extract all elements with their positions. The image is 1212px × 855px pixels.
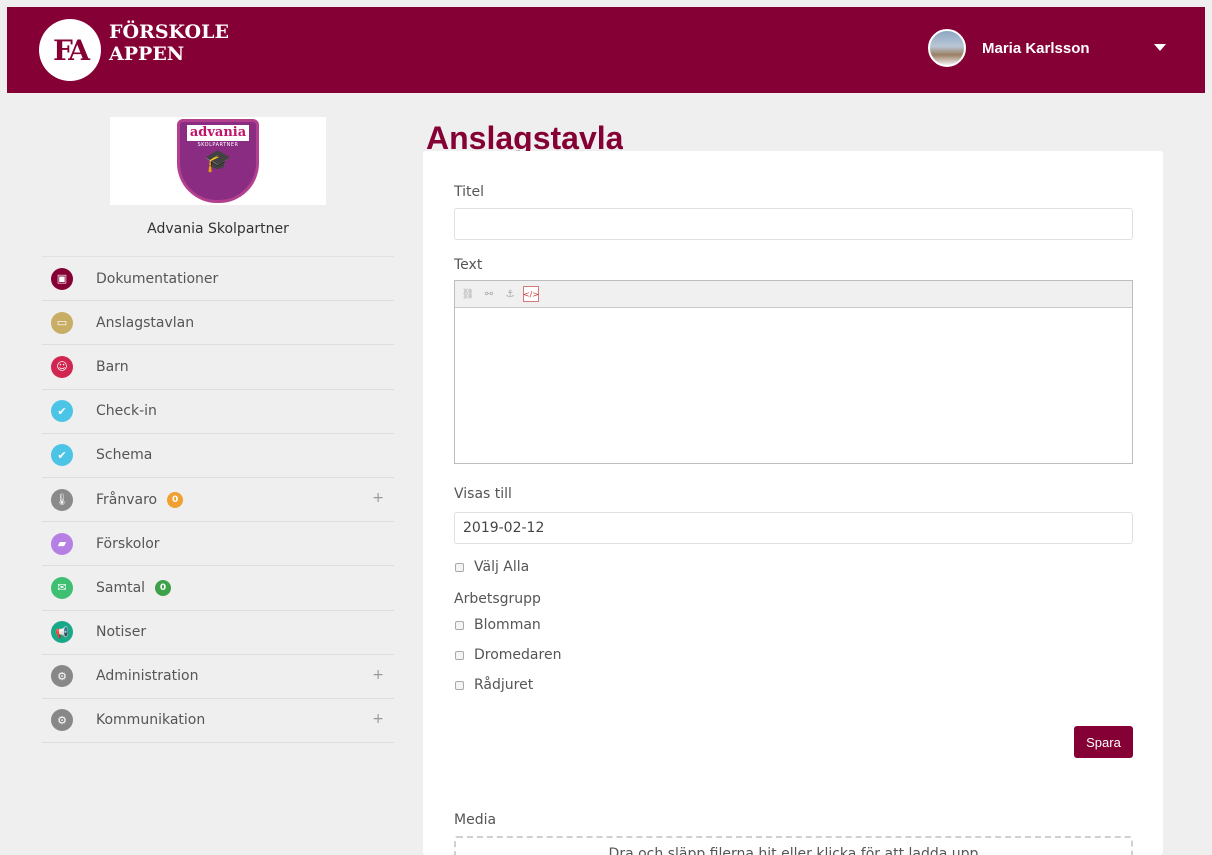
check-icon: ✔ (51, 444, 73, 467)
graduation-cap-icon: 🎓 (204, 149, 232, 174)
text-label: Text (454, 257, 483, 273)
sidebar-item-schema[interactable]: ✔ Schema (42, 434, 394, 478)
expand-icon[interactable]: + (372, 490, 384, 506)
group-checkbox-blomman[interactable]: Blomman (455, 617, 541, 633)
logo-line-2: APPEN (109, 43, 185, 65)
sidebar-item-label: Kommunikation (96, 712, 206, 729)
sidebar-item-label: Notiser (96, 624, 147, 641)
sidebar-item-dokumentationer[interactable]: ▣ Dokumentationer (42, 257, 394, 302)
sidebar-item-check-in[interactable]: ✔ Check-in (42, 390, 394, 434)
text-editor[interactable]: ⛓ ⚯ ⚓ </> (454, 280, 1133, 464)
sidebar-item-label: Schema (96, 447, 153, 464)
envelope-icon: ✉ (51, 576, 73, 599)
anchor-icon[interactable]: ⚓ (502, 286, 518, 302)
group-label: Rådjuret (474, 677, 534, 693)
title-input[interactable] (454, 208, 1133, 240)
smile-icon: ☺ (51, 355, 73, 378)
sidebar-item-kommunikation[interactable]: ⚙ Kommunikation + (42, 699, 394, 744)
form-panel: Titel Text ⛓ ⚯ ⚓ </> Visas till Välj All… (423, 151, 1163, 855)
school-name: Advania Skolpartner (147, 221, 289, 237)
sidebar-item-label: Anslagstavlan (96, 314, 195, 331)
app-logo-text[interactable]: FÖRSKOLE APPEN (109, 21, 229, 65)
checkbox-box[interactable] (455, 620, 464, 630)
expand-icon[interactable]: + (372, 711, 384, 727)
thermometer-icon: 🌡 (51, 488, 73, 511)
page-title: Anslagstavla (426, 120, 624, 154)
sidebar-nav: ▣ Dokumentationer ▭ Anslagstavlan ☺ Barn ✔ Chec… (42, 256, 394, 744)
save-button[interactable]: Spara (1074, 726, 1133, 758)
school-logo: advania SKOLPARTNER 🎓 (110, 117, 326, 205)
select-all-checkbox[interactable]: Välj Alla (455, 559, 529, 575)
gear-icon: ⚙ (51, 709, 73, 732)
media-label: Media (454, 812, 497, 828)
select-all-label: Välj Alla (474, 559, 530, 575)
checkbox-box[interactable] (455, 562, 464, 572)
top-bar: FA FÖRSKOLE APPEN Maria Karlsson (7, 7, 1205, 93)
sidebar-item-samtal[interactable]: ✉ Samtal 0 (42, 566, 394, 611)
source-icon[interactable]: </> (523, 286, 539, 302)
checkbox-box[interactable] (455, 650, 464, 660)
sidebar-item-anslagstavlan[interactable]: ▭ Anslagstavlan (42, 301, 394, 346)
unlink-icon[interactable]: ⚯ (481, 286, 497, 302)
group-label: Blomman (474, 617, 541, 633)
editor-toolbar: ⛓ ⚯ ⚓ </> (455, 281, 1132, 308)
sidebar-item-label: Check-in (96, 403, 157, 420)
logo-line-1: FÖRSKOLE (109, 21, 229, 43)
group-checkbox-radjuret[interactable]: Rådjuret (455, 677, 533, 693)
image-icon: ▣ (51, 267, 73, 290)
visas-till-input[interactable] (454, 512, 1133, 544)
checkbox-box[interactable] (455, 680, 464, 690)
book-icon: ▰ (51, 532, 73, 555)
sidebar-item-label: Barn (96, 358, 129, 375)
gear-icon: ⚙ (51, 665, 73, 688)
link-icon[interactable]: ⛓ (460, 286, 476, 302)
sidebar-item-label: Dokumentationer (96, 270, 219, 287)
visas-till-label: Visas till (454, 486, 512, 502)
chevron-down-icon[interactable] (1154, 44, 1166, 51)
sidebar-item-administration[interactable]: ⚙ Administration + (42, 655, 394, 699)
title-label: Titel (454, 184, 485, 200)
megaphone-icon: 📢 (51, 621, 73, 644)
sidebar-item-label: Administration (96, 668, 199, 685)
sidebar-item-forskolor[interactable]: ▰ Förskolor (42, 522, 394, 567)
school-crest-icon: advania SKOLPARTNER 🎓 (177, 119, 259, 203)
app-logo-icon[interactable]: FA (39, 19, 101, 81)
sidebar-item-notiser[interactable]: 📢 Notiser (42, 611, 394, 655)
group-heading: Arbetsgrupp (454, 591, 541, 607)
crest-brand: advania (186, 125, 250, 141)
sidebar-item-label: Förskolor (96, 535, 160, 552)
count-badge: 0 (155, 579, 172, 596)
group-checkbox-dromedaren[interactable]: Dromedaren (455, 647, 561, 663)
sidebar-item-franvaro[interactable]: 🌡 Frånvaro 0 + (42, 478, 394, 523)
user-name[interactable]: Maria Karlsson (982, 40, 1090, 57)
expand-icon[interactable]: + (372, 667, 384, 683)
check-icon: ✔ (51, 400, 73, 423)
file-dropzone[interactable]: Dra och släpp filerna hit eller klicka f… (454, 836, 1133, 855)
board-icon: ▭ (51, 311, 73, 334)
avatar[interactable] (928, 29, 966, 67)
sidebar-item-label: Samtal (96, 579, 146, 596)
group-label: Dromedaren (474, 647, 562, 663)
sidebar-item-barn[interactable]: ☺ Barn (42, 345, 394, 390)
count-badge: 0 (167, 491, 184, 508)
sidebar-item-label: Frånvaro (96, 491, 158, 508)
